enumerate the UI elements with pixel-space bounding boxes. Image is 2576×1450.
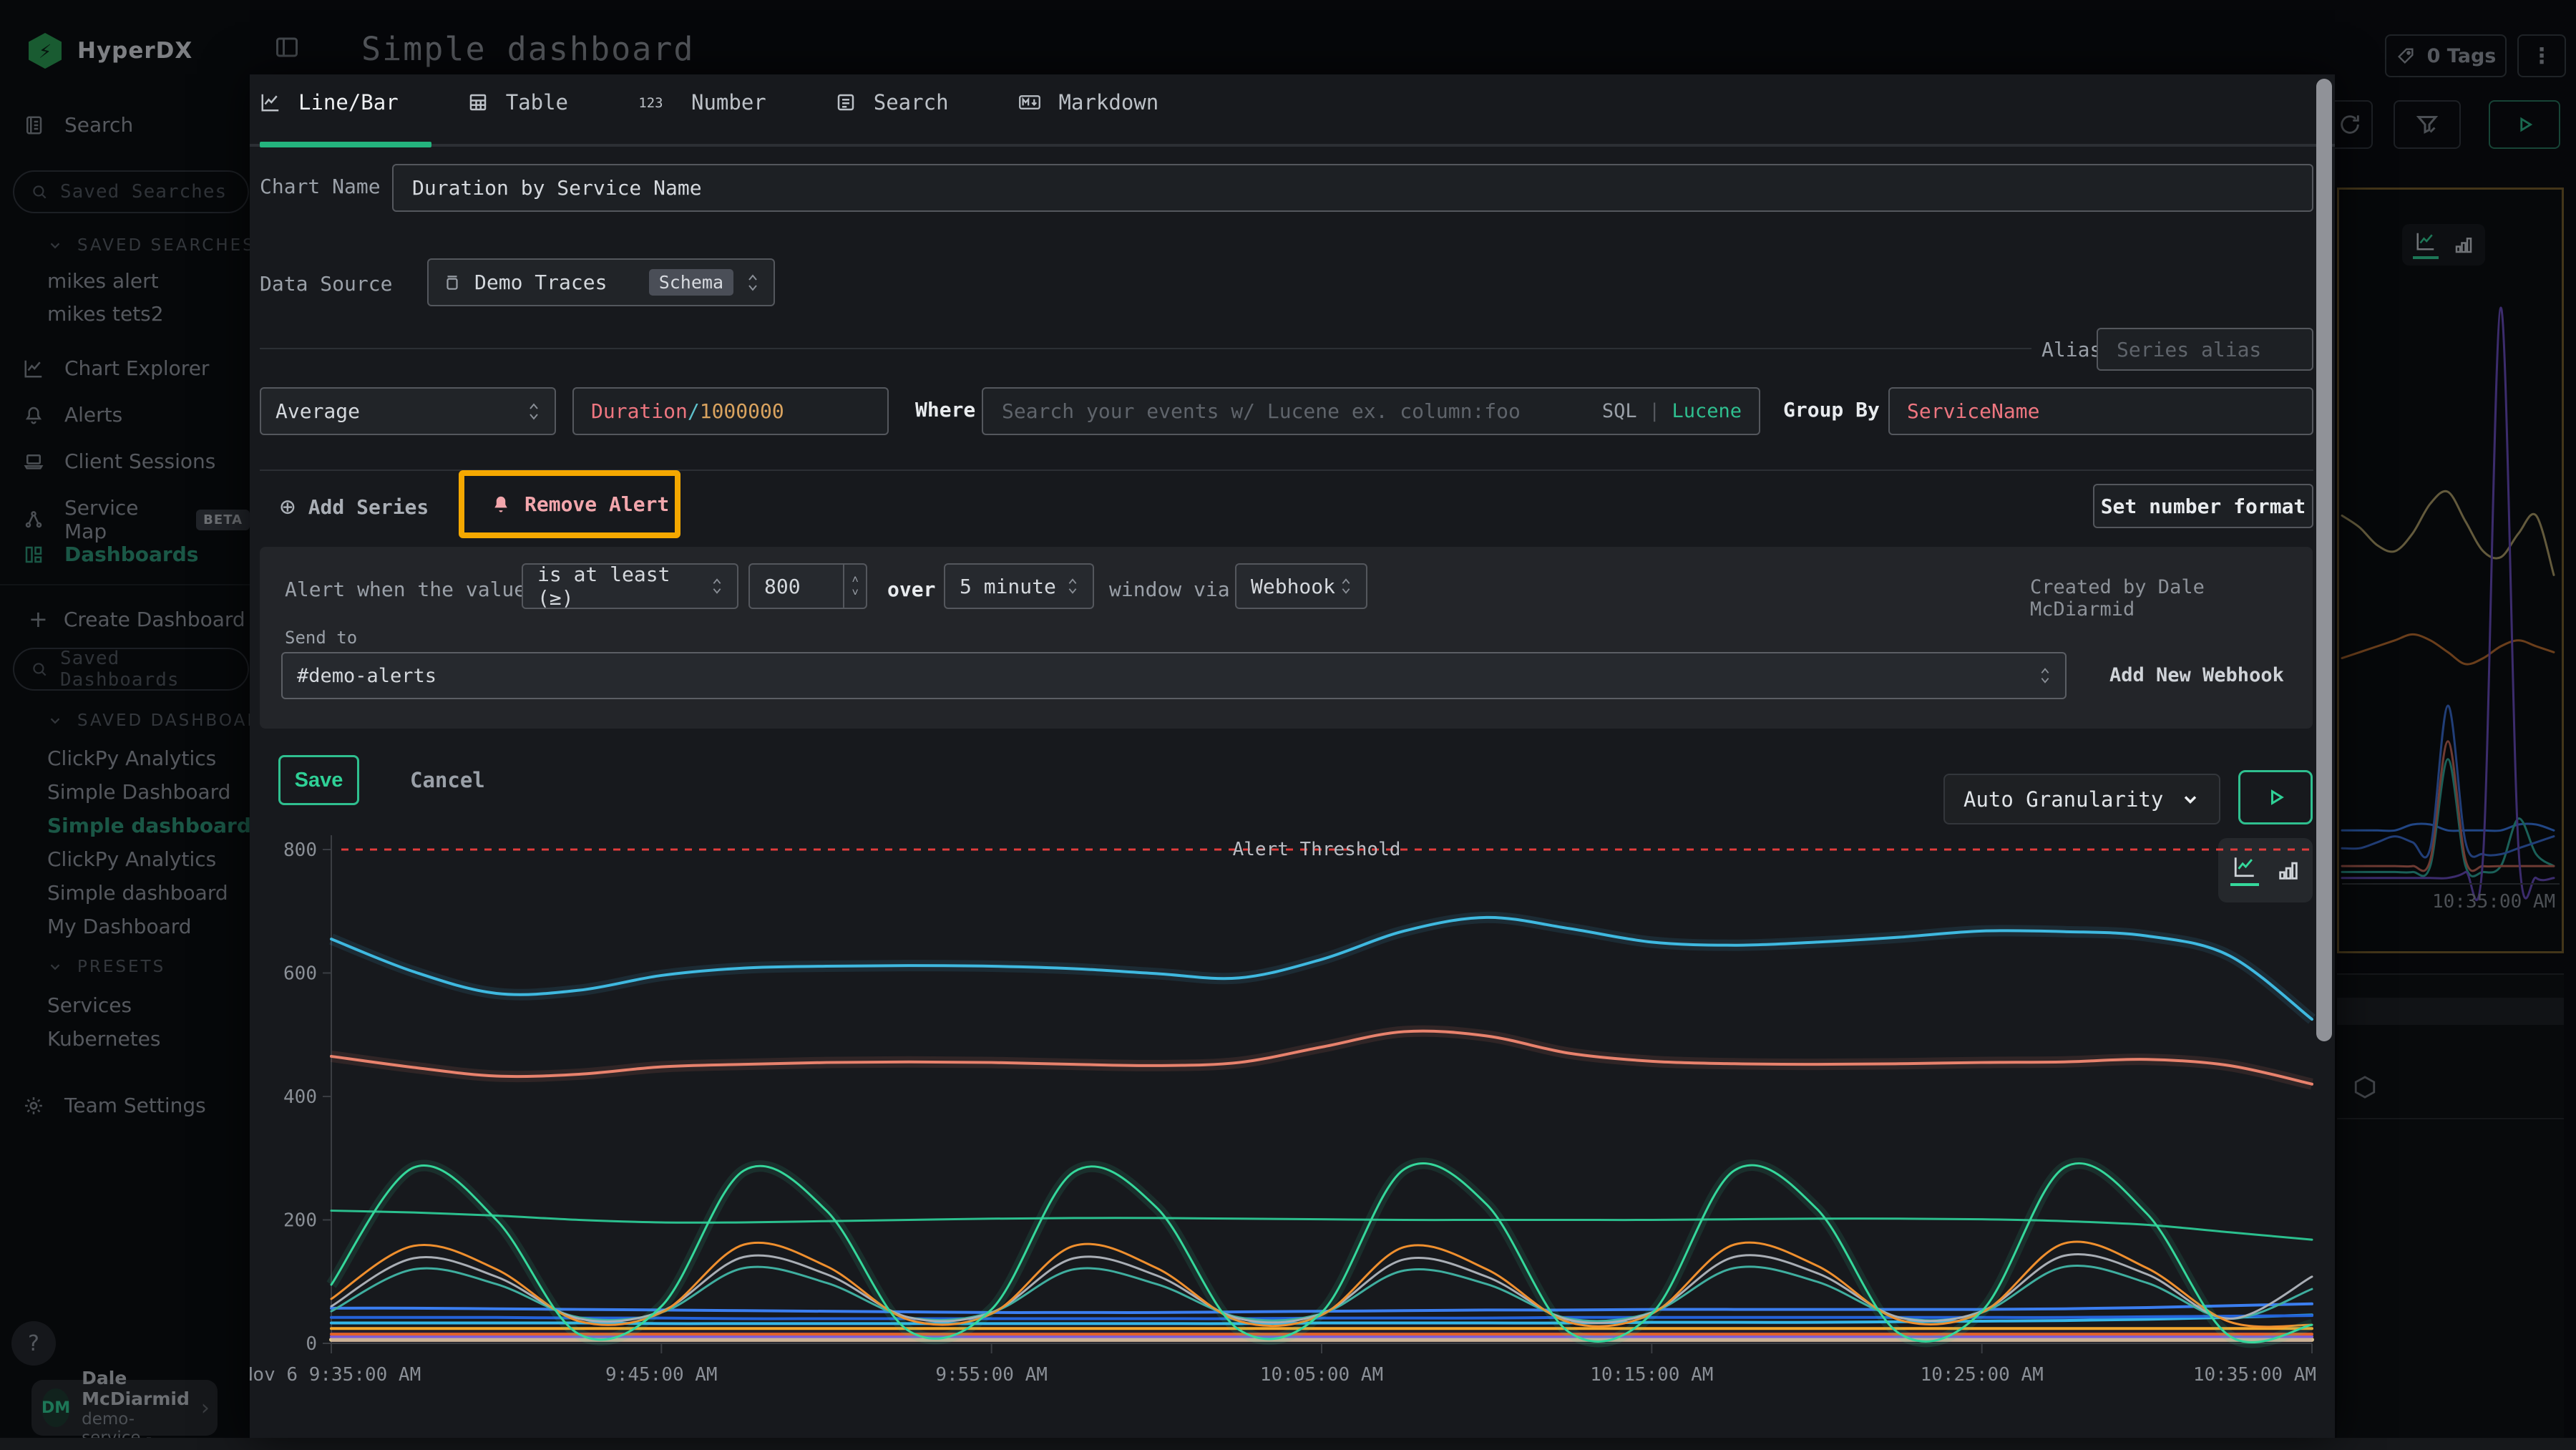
chart-line-icon — [260, 92, 281, 113]
svg-text:800: 800 — [283, 840, 317, 861]
svg-text:Nov 6 9:35:00 AM: Nov 6 9:35:00 AM — [250, 1364, 421, 1386]
alias-field[interactable] — [2097, 328, 2313, 371]
tab-search[interactable]: Search — [835, 90, 949, 115]
chart-name-field[interactable] — [392, 164, 2313, 212]
alert-window-select[interactable]: 5 minute — [944, 563, 1094, 609]
group-by-label: Group By — [1783, 398, 1880, 422]
svg-text:9:55:00 AM: 9:55:00 AM — [935, 1364, 1048, 1386]
query-language-switch[interactable]: SQL | Lucene — [1602, 400, 1742, 422]
svg-text:200: 200 — [283, 1210, 317, 1232]
select-caret-icon — [1340, 577, 1352, 595]
add-series-button[interactable]: ⊕ Add Series — [280, 492, 429, 522]
modal-scrollbar[interactable] — [2316, 79, 2332, 1041]
set-number-format-button[interactable]: Set number format — [2093, 484, 2313, 528]
select-caret-icon — [2039, 666, 2051, 685]
tab-markdown[interactable]: Markdown — [1018, 90, 1159, 115]
add-new-webhook-button[interactable]: Add New Webhook — [2109, 664, 2284, 686]
expression-number: 1000000 — [700, 399, 784, 423]
alert-threshold-label: Alert Threshold — [1233, 839, 1401, 860]
tab-number[interactable]: 123Number — [637, 90, 766, 115]
svg-text:9:45:00 AM: 9:45:00 AM — [605, 1364, 718, 1386]
aggregation-select[interactable]: Average — [260, 387, 556, 435]
expression-field[interactable]: Duration/1000000 — [572, 387, 889, 435]
markdown-icon — [1018, 92, 1042, 113]
alert-prefix: Alert when the value — [285, 578, 526, 601]
sql-option[interactable]: SQL — [1602, 400, 1637, 422]
alias-label: Alias — [2041, 338, 2102, 361]
remove-alert-button[interactable]: Remove Alert — [490, 492, 669, 516]
chart-type-tabs: Line/Bar Table 123Number Search Markdown — [260, 90, 1158, 115]
alert-channel-select[interactable]: Webhook — [1235, 563, 1367, 609]
table-icon — [467, 92, 489, 113]
data-source-label: Data Source — [260, 272, 392, 296]
tab-table[interactable]: Table — [467, 90, 568, 115]
search-list-icon — [835, 92, 857, 113]
svg-text:0: 0 — [306, 1333, 317, 1355]
data-source-select[interactable]: Demo Traces Schema — [427, 258, 775, 306]
svg-text:10:15:00 AM: 10:15:00 AM — [1590, 1364, 1713, 1386]
lucene-option[interactable]: Lucene — [1672, 400, 1742, 422]
bell-icon — [490, 494, 512, 515]
select-caret-icon — [711, 577, 723, 595]
chart-name-input[interactable] — [411, 175, 2295, 200]
svg-text:123: 123 — [638, 95, 663, 111]
app-root: ⚡ HyperDX Search Saved Searches — [0, 0, 2576, 1450]
section-divider — [260, 348, 2031, 349]
svg-text:600: 600 — [283, 963, 317, 985]
select-caret-icon — [746, 273, 759, 293]
svg-text:10:25:00 AM: 10:25:00 AM — [1921, 1364, 2044, 1386]
database-icon — [443, 273, 462, 292]
where-label: Where — [915, 398, 975, 422]
select-caret-icon — [527, 402, 540, 422]
edit-chart-modal: Line/Bar Table 123Number Search Markdown Cha… — [250, 74, 2335, 1438]
svg-text:10:05:00 AM: 10:05:00 AM — [1260, 1364, 1383, 1386]
alert-threshold-input[interactable]: 800 ˄˅ — [748, 563, 867, 609]
group-by-value: ServiceName — [1907, 399, 2039, 423]
event-search-field[interactable]: SQL | Lucene — [982, 387, 1760, 435]
number-123-icon: 123 — [637, 92, 674, 113]
over-label: over — [887, 578, 935, 601]
alias-input[interactable] — [2115, 337, 2295, 362]
tabs-divider — [250, 144, 2335, 147]
active-tab-underline — [260, 142, 431, 147]
alert-condition-select[interactable]: is at least (≥) — [522, 563, 738, 609]
chart-name-label: Chart Name — [260, 175, 381, 198]
send-to-label: Send to — [285, 628, 357, 648]
group-by-field[interactable]: ServiceName — [1888, 387, 2313, 435]
plus-circle-icon: ⊕ — [280, 492, 296, 522]
svg-text:10:35:00 AM: 10:35:00 AM — [2193, 1364, 2316, 1386]
expression-operator: / — [688, 399, 700, 423]
number-stepper[interactable]: ˄˅ — [843, 565, 866, 608]
expression-column: Duration — [591, 399, 688, 423]
data-source-value: Demo Traces — [474, 271, 607, 294]
send-to-select[interactable]: #demo-alerts — [281, 652, 2067, 699]
alert-config-panel: Alert when the value is at least (≥) 800… — [260, 547, 2313, 729]
schema-badge: Schema — [649, 269, 733, 296]
svg-text:400: 400 — [283, 1086, 317, 1108]
event-search-input[interactable] — [1000, 399, 1576, 424]
preview-chart: 0 200 400 600 800 Nov 6 9:35:00 AM 9:45:00 AM 9… — [250, 754, 2335, 1438]
tab-line-bar[interactable]: Line/Bar — [260, 90, 399, 115]
select-caret-icon — [1067, 577, 1078, 595]
created-by-label: Created by Dale McDiarmid — [2030, 576, 2313, 621]
via-label: window via — [1109, 578, 1230, 601]
